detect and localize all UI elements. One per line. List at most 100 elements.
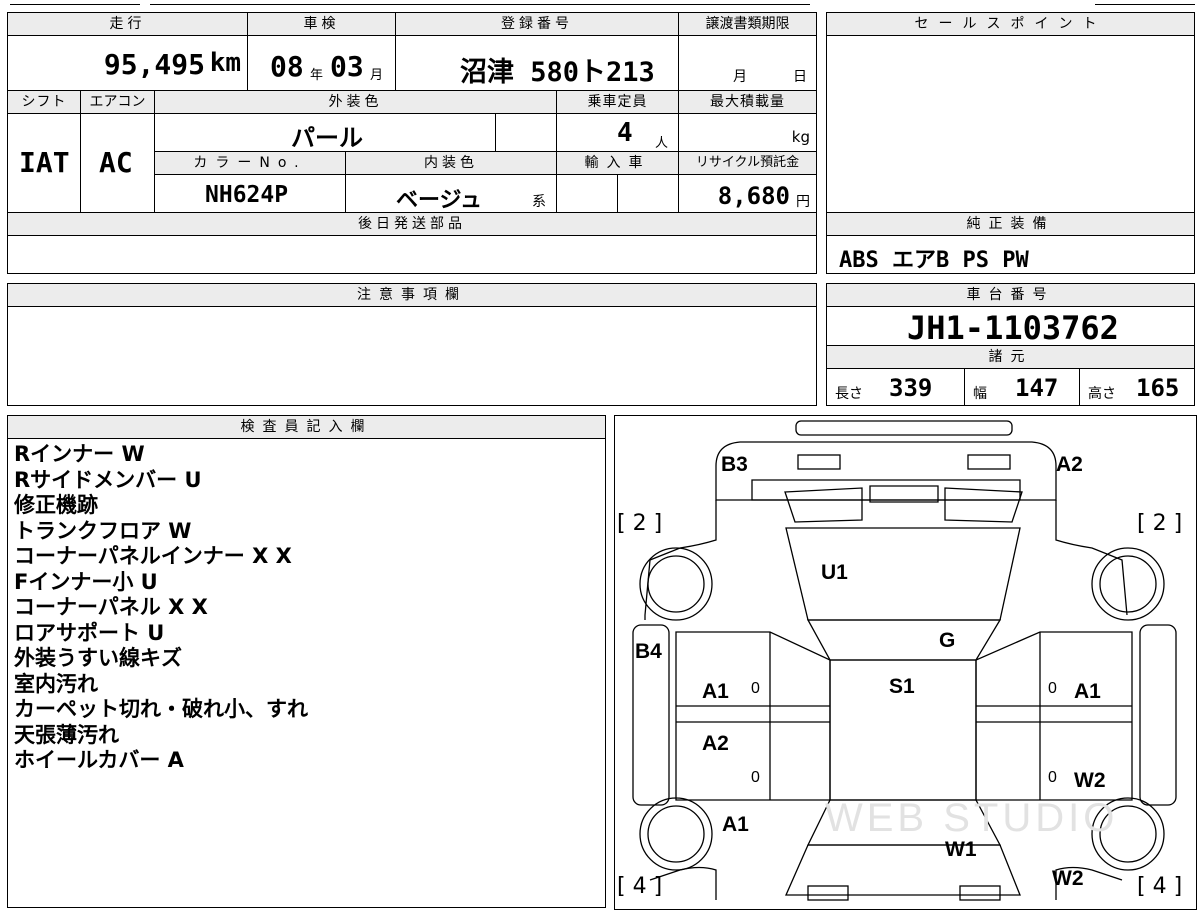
front-bumper-shape [795, 420, 1013, 436]
damage-label-u1: U1 [821, 561, 848, 584]
mileage-header: 走行 [7, 12, 248, 36]
damage-label-a2-top: A2 [1056, 453, 1083, 476]
bracket-front-right: [ 2 ] [1137, 511, 1183, 536]
damage-label-w2-right: W2 [1074, 769, 1106, 792]
inspection-month-unit: 月 [370, 68, 384, 83]
spec-width-cell: 幅 147 [964, 368, 1080, 406]
chassis-header: 車台番号 [826, 283, 1195, 307]
mileage-unit: km [209, 48, 241, 78]
registration-header: 登録番号 [395, 12, 679, 36]
color-no-cell: NH624P [154, 174, 346, 213]
length-label: 長さ [835, 386, 863, 402]
transfer-deadline-header: 譲渡書類期限 [678, 12, 817, 36]
damage-label-a1-bottom: A1 [722, 813, 749, 836]
registration-cell: 沼津 580ト213 [395, 35, 679, 91]
inspection-year: 08 [270, 50, 304, 83]
damage-label-b4: B4 [635, 640, 662, 663]
registration-number: 沼津 580ト213 [460, 57, 655, 88]
damage-label-g: G [939, 629, 956, 652]
notes-header: 注意事項欄 [7, 283, 817, 307]
inspection-cell: 08 年 03 月 [247, 35, 396, 91]
exterior-color-cell: パール [154, 113, 496, 152]
damage-label-s1: S1 [889, 675, 915, 698]
capacity-value: 4 [617, 118, 633, 148]
wheel-front-right-shape [1091, 547, 1165, 621]
damage-label-a1-left: A1 [702, 680, 729, 703]
spec-header: 諸元 [826, 345, 1195, 369]
import-cell-a [556, 174, 618, 213]
color-no-header: カラーNo. [154, 151, 346, 175]
inspector-item: Rサイドメンバー U [14, 467, 202, 492]
panel-count-z2: 0 [1048, 680, 1057, 697]
inspector-item: カーペット切れ・破れ小、すれ [14, 697, 308, 721]
max-load-cell: kg [678, 113, 817, 152]
genuine-equipment-cell: ABS エアB PS PW [826, 235, 1195, 274]
height-label: 高さ [1088, 386, 1116, 402]
shift-header: シフト [7, 90, 81, 114]
car-diagram-panel: WEB STUDIO [ 2 ] [ 2 ] [ 4 ] [ 4 ] B3 A2… [614, 415, 1197, 910]
watermark: WEB STUDIO [825, 796, 1119, 840]
bracket-front-left: [ 2 ] [617, 511, 663, 536]
inspector-cell: Rインナー W Rサイドメンバー U 修正機跡 トランクフロア W コーナーパネ… [7, 438, 606, 908]
aircon-value: AC [99, 146, 133, 179]
mileage-value: 95,495 [103, 48, 205, 81]
deadline-day: 日 [793, 69, 807, 85]
damage-label-a1-right: A1 [1074, 680, 1101, 703]
sales-point-header: セールスポイント [826, 12, 1195, 36]
inspector-item: 天張薄汚れ [14, 722, 119, 747]
recycle-unit: 円 [796, 194, 810, 210]
recycle-value: 8,680 [717, 182, 790, 210]
wheel-front-left-shape [639, 547, 713, 621]
rear-bumper-shape [807, 885, 849, 901]
top-cut-strip [0, 0, 1200, 10]
bracket-rear-left: [ 4 ] [617, 874, 663, 899]
notes-cell [7, 306, 817, 406]
capacity-header: 乗車定員 [556, 90, 679, 114]
genuine-equipment-header: 純正装備 [826, 212, 1195, 236]
later-parts-header: 後日発送部品 [7, 212, 817, 236]
capacity-cell: 4 人 [556, 113, 679, 152]
length-value: 339 [889, 374, 933, 402]
recycle-header: リサイクル預託金 [678, 151, 817, 175]
inspector-item: Rインナー W [14, 442, 145, 466]
headlight-right-shape [967, 454, 1011, 470]
chassis-cell: JH1-1103762 [826, 306, 1195, 347]
spec-height-cell: 高さ 165 [1079, 368, 1195, 406]
inspector-item: Fインナー小 U [14, 569, 158, 594]
capacity-unit: 人 [655, 136, 669, 151]
deadline-month: 月 [733, 69, 747, 85]
spec-length-cell: 長さ 339 [826, 368, 965, 406]
damage-label-a2-left: A2 [702, 732, 729, 755]
later-parts-cell [7, 235, 817, 274]
interior-color-suffix: 系 [532, 194, 546, 210]
aircon-cell: AC [80, 113, 155, 213]
recycle-cell: 8,680 円 [678, 174, 817, 213]
exterior-color-extra-cell [495, 113, 557, 152]
damage-label-w2-bottom: W2 [1052, 867, 1084, 890]
inspection-header: 車検 [247, 12, 396, 36]
height-value: 165 [1136, 374, 1180, 402]
import-header: 輸入車 [556, 151, 679, 175]
inspection-month: 03 [330, 50, 364, 83]
damage-label-b3: B3 [721, 453, 748, 476]
aircon-header: エアコン [80, 90, 155, 114]
panel-count-z3: 0 [751, 769, 760, 786]
width-value: 147 [1015, 374, 1059, 402]
interior-color-value: ベージュ [396, 188, 483, 213]
max-load-header: 最大積載量 [678, 90, 817, 114]
panel-count-z4: 0 [1048, 769, 1057, 786]
inspector-item: 室内汚れ [14, 671, 98, 696]
damage-label-w1: W1 [945, 838, 977, 861]
inspector-header: 検査員記入欄 [7, 415, 606, 439]
shift-value: IAT [19, 146, 70, 179]
interior-color-header: 内装色 [345, 151, 557, 175]
width-label: 幅 [973, 386, 987, 402]
inspector-item: コーナーパネル X X [14, 595, 208, 619]
inspector-item: 外装うすい線キズ [14, 646, 182, 670]
color-no-value: NH624P [205, 182, 289, 208]
inspector-item: トランクフロア W [14, 518, 192, 543]
wheel-rear-left-shape [639, 797, 713, 871]
inspection-year-unit: 年 [310, 68, 324, 83]
exterior-color-value: パール [291, 124, 363, 152]
bracket-rear-right: [ 4 ] [1137, 874, 1183, 899]
